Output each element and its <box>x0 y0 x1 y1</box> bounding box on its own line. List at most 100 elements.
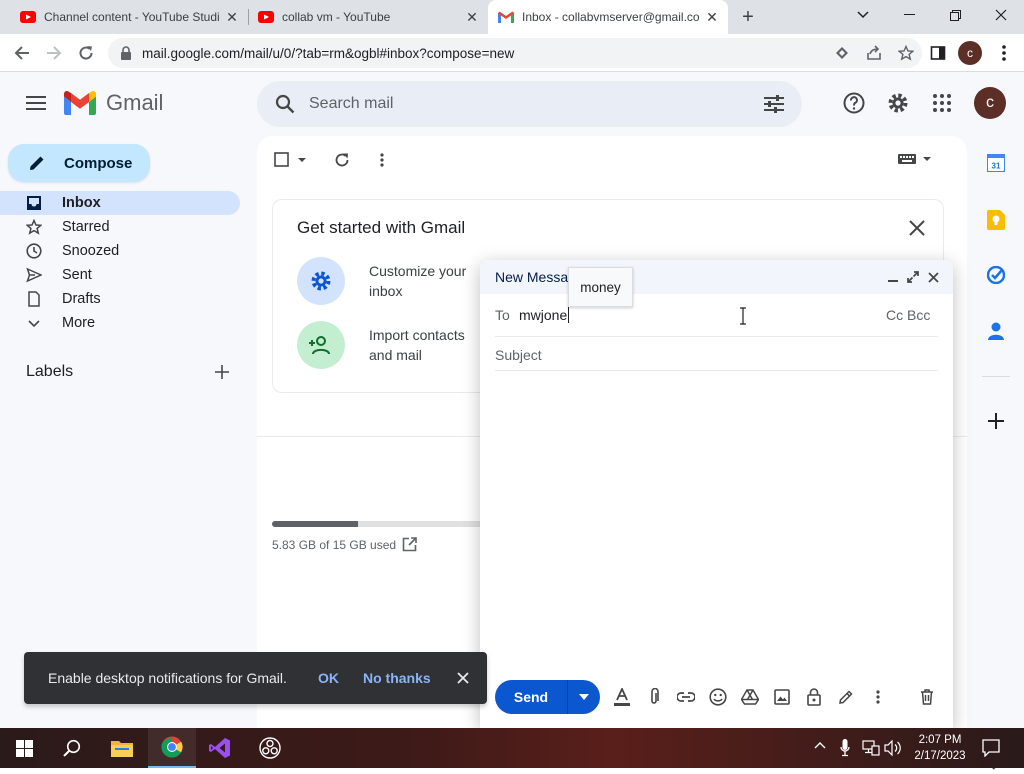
microphone-icon[interactable] <box>840 739 850 757</box>
cc-bcc-links[interactable]: Cc Bcc <box>886 307 930 323</box>
caret-down-icon <box>298 157 306 162</box>
minimize-compose-icon[interactable] <box>883 272 903 282</box>
storage-usage-text: 5.83 GB of 15 GB used <box>272 538 397 552</box>
search-options-icon[interactable] <box>764 95 784 113</box>
browser-tab-youtube-studio[interactable]: Channel content - YouTube Studio ✕ <box>0 0 248 34</box>
compose-button[interactable]: Compose <box>8 144 150 182</box>
calendar-icon[interactable]: 31 <box>987 154 1005 172</box>
settings-button[interactable] <box>886 91 910 115</box>
tab-search-icon[interactable] <box>840 0 886 30</box>
input-tools-button[interactable] <box>898 154 932 164</box>
manage-storage-link[interactable] <box>400 535 418 553</box>
formatting-options-icon[interactable] <box>609 684 635 710</box>
to-field[interactable]: mwjone <box>519 307 570 323</box>
taskbar-clock[interactable]: 2:07 PM 2/17/2023 <box>904 732 976 764</box>
close-get-started-button[interactable] <box>905 216 929 240</box>
rail-divider <box>982 376 1010 377</box>
schedule-send-caret-icon[interactable] <box>568 694 600 700</box>
search-bar[interactable]: Search mail <box>257 81 802 127</box>
sidebar-item-starred[interactable]: Starred <box>0 215 240 239</box>
install-app-icon[interactable] <box>826 46 858 60</box>
chrome-icon <box>161 736 183 758</box>
refresh-button[interactable] <box>332 150 352 170</box>
start-button[interactable] <box>0 728 48 768</box>
more-actions-button[interactable] <box>372 150 392 170</box>
attach-file-icon[interactable] <box>641 684 667 710</box>
back-button[interactable] <box>8 40 36 66</box>
toast-ok-button[interactable]: OK <box>318 670 339 686</box>
taskbar-visual-studio[interactable] <box>196 728 244 768</box>
toast-no-thanks-button[interactable]: No thanks <box>363 670 431 686</box>
close-compose-icon[interactable] <box>923 271 943 283</box>
get-started-item-customize[interactable]: Customize your inbox <box>297 257 481 305</box>
gmail-logo[interactable]: Gmail <box>64 90 163 116</box>
emoji-icon[interactable] <box>705 684 731 710</box>
discard-draft-icon[interactable] <box>914 684 940 710</box>
sidebar-item-inbox[interactable]: Inbox <box>0 191 240 215</box>
more-options-icon[interactable] <box>865 684 891 710</box>
get-started-item-import[interactable]: Import contacts and mail <box>297 321 481 369</box>
browser-tab-gmail-inbox[interactable]: Inbox - collabvmserver@gmail.com ✕ <box>488 0 728 34</box>
taskbar-search-button[interactable] <box>48 728 96 768</box>
bookmark-star-icon[interactable] <box>890 45 922 61</box>
toast-close-icon[interactable] <box>457 672 469 684</box>
confidential-mode-icon[interactable] <box>801 684 827 710</box>
labels-heading: Labels <box>26 363 74 380</box>
taskbar-file-explorer[interactable] <box>98 728 146 768</box>
close-tab-icon[interactable]: ✕ <box>700 9 724 26</box>
account-avatar[interactable]: c <box>974 87 1006 119</box>
reload-button[interactable] <box>72 40 100 66</box>
pencil-icon <box>30 156 44 170</box>
minimize-window-button[interactable] <box>886 0 932 30</box>
gmail-icon <box>498 11 514 23</box>
fullscreen-compose-icon[interactable] <box>903 271 923 283</box>
show-hidden-icons-button[interactable] <box>814 741 826 749</box>
get-addons-button[interactable] <box>986 411 1006 431</box>
send-button-group[interactable]: Send <box>495 680 600 714</box>
select-all-checkbox[interactable] <box>274 152 307 167</box>
restore-window-button[interactable] <box>932 0 978 30</box>
send-button[interactable]: Send <box>495 689 567 705</box>
forward-button[interactable] <box>40 40 68 66</box>
apps-grid-icon <box>933 94 951 112</box>
compose-header[interactable]: New Message <box>480 260 953 294</box>
browser-profile-avatar[interactable]: c <box>958 41 982 65</box>
google-apps-button[interactable] <box>930 91 954 115</box>
create-label-button[interactable] <box>212 362 232 382</box>
sidebar-item-drafts[interactable]: Drafts <box>0 287 240 311</box>
volume-icon[interactable] <box>884 740 902 756</box>
subject-field[interactable]: Subject <box>495 347 542 363</box>
action-center-button[interactable] <box>982 739 1000 757</box>
keep-icon[interactable] <box>987 210 1005 230</box>
browser-menu-button[interactable] <box>990 40 1018 66</box>
search-input[interactable]: Search mail <box>309 95 764 113</box>
insert-photo-icon[interactable] <box>769 684 795 710</box>
insert-link-icon[interactable] <box>673 684 699 710</box>
browser-tab-collab-vm[interactable]: collab vm - YouTube ✕ <box>238 0 488 34</box>
close-tab-icon[interactable]: ✕ <box>460 9 484 26</box>
google-drive-icon[interactable] <box>737 684 763 710</box>
youtube-icon <box>20 11 36 23</box>
clock-icon <box>26 243 42 259</box>
message-body[interactable] <box>495 380 938 670</box>
new-tab-button[interactable]: + <box>736 5 760 29</box>
sidebar-item-label: Inbox <box>62 195 101 211</box>
taskbar-obs-studio[interactable] <box>246 728 294 768</box>
close-window-button[interactable] <box>978 0 1024 30</box>
tasks-icon[interactable] <box>987 266 1005 284</box>
share-icon[interactable] <box>858 45 890 61</box>
insert-signature-icon[interactable] <box>833 684 859 710</box>
main-menu-button[interactable] <box>22 91 50 115</box>
side-panel-button[interactable] <box>924 40 952 66</box>
support-button[interactable] <box>842 91 866 115</box>
sidebar-item-more[interactable]: More <box>0 311 240 335</box>
sidebar-item-sent[interactable]: Sent <box>0 263 240 287</box>
tab-title: collab vm - YouTube <box>282 10 391 24</box>
sidebar-item-snoozed[interactable]: Snoozed <box>0 239 240 263</box>
compose-label: Compose <box>64 154 133 172</box>
network-icon[interactable] <box>862 740 880 756</box>
taskbar-chrome[interactable] <box>148 728 196 768</box>
address-bar[interactable]: mail.google.com/mail/u/0/?tab=rm&ogbl#in… <box>108 38 922 68</box>
search-icon[interactable] <box>275 94 295 114</box>
contacts-icon[interactable] <box>988 322 1004 340</box>
